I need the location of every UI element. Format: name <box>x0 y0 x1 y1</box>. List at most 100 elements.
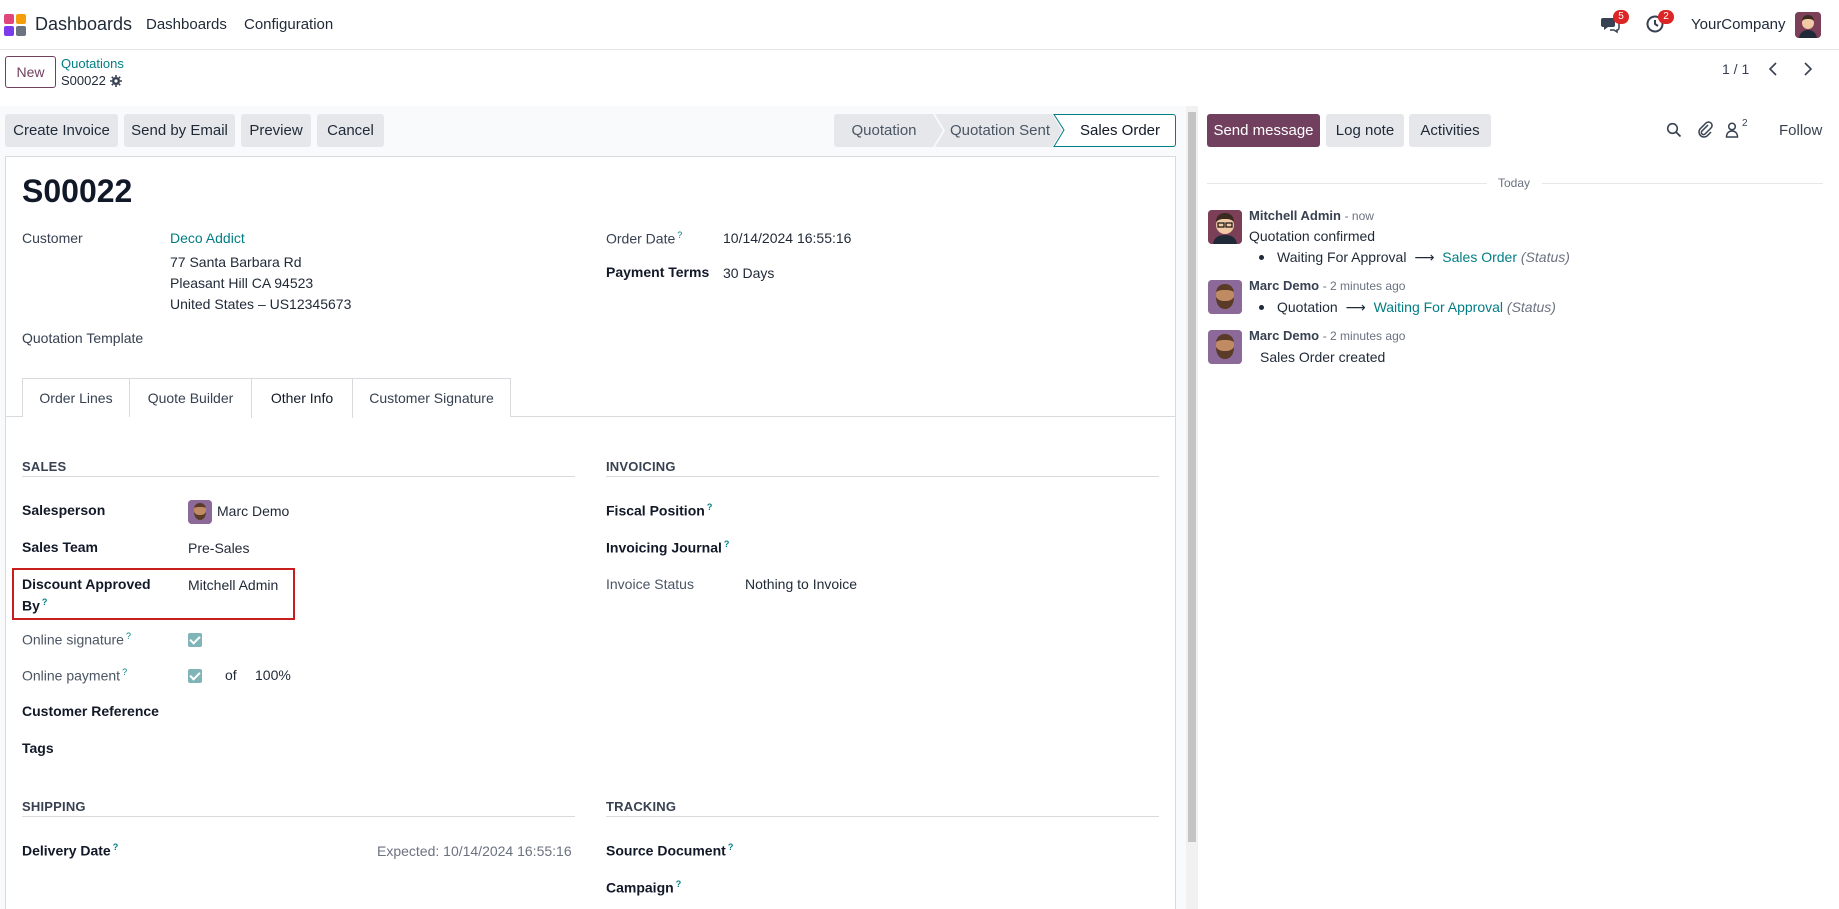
sales-section-title: SALES <box>22 459 67 474</box>
online-payment-label: Online payment? <box>22 667 127 684</box>
message-author-name: Mitchell Admin <box>1249 208 1341 223</box>
cancel-button[interactable]: Cancel <box>317 114 384 147</box>
online-signature-label: Online signature? <box>22 631 131 648</box>
apps-menu-icon[interactable] <box>4 14 26 36</box>
user-face-icon <box>1208 210 1242 244</box>
new-button[interactable]: New <box>5 56 56 88</box>
breadcrumb-quotations[interactable]: Quotations <box>61 56 124 71</box>
company-switcher[interactable]: YourCompany <box>1691 16 1786 33</box>
help-icon[interactable]: ? <box>677 230 682 240</box>
tracking-new-value: Sales Order <box>1442 249 1517 265</box>
salesperson-value[interactable]: Marc Demo <box>217 503 289 519</box>
sales-section-rule <box>22 476 575 477</box>
invoice-status-value: Nothing to Invoice <box>745 576 858 592</box>
tab-other-info[interactable]: Other Info <box>251 378 353 418</box>
followers-icon[interactable] <box>1725 121 1741 138</box>
shipping-section-rule <box>22 816 575 817</box>
message-author: Marc Demo - 2 minutes ago <box>1249 328 1405 343</box>
help-icon[interactable]: ? <box>724 539 730 549</box>
create-invoice-button[interactable]: Create Invoice <box>5 114 118 147</box>
arrow-right-icon: ⟶ <box>1345 299 1366 315</box>
salesperson-avatar <box>188 500 212 524</box>
follow-button[interactable]: Follow <box>1779 122 1822 139</box>
help-icon[interactable]: ? <box>126 631 131 641</box>
customer-address-line-1: 77 Santa Barbara Rd <box>170 254 302 270</box>
chevron-right-icon <box>1804 62 1813 76</box>
delivery-date-label: Delivery Date? <box>22 842 118 859</box>
activities-button-chatter[interactable]: Activities <box>1409 114 1491 147</box>
stage-sales-order[interactable]: Sales Order <box>1064 114 1176 147</box>
online-payment-checkbox[interactable] <box>188 669 202 683</box>
pager-next-button[interactable] <box>1795 58 1819 80</box>
message-time: - 2 minutes ago <box>1322 329 1406 343</box>
tab-order-lines[interactable]: Order Lines <box>22 378 130 417</box>
breadcrumb-current: S00022 <box>61 73 122 88</box>
followers-count: 2 <box>1742 118 1748 129</box>
activities-badge: 2 <box>1658 10 1674 24</box>
highlight-box <box>12 568 295 620</box>
delivery-date-expected: Expected: 10/14/2024 16:55:16 <box>377 843 572 859</box>
online-payment-of: of <box>225 667 237 683</box>
sales-team-value[interactable]: Pre-Sales <box>188 540 249 556</box>
campaign-label: Campaign? <box>606 879 681 896</box>
payment-terms-label: Payment Terms <box>606 264 710 280</box>
help-icon[interactable]: ? <box>122 667 127 677</box>
send-message-button[interactable]: Send message <box>1207 114 1320 147</box>
tracking-old-value: Quotation <box>1277 299 1338 315</box>
stage-quotation[interactable]: Quotation <box>834 114 934 147</box>
stage-quotation-sent[interactable]: Quotation Sent <box>940 114 1060 147</box>
preview-button[interactable]: Preview <box>241 114 311 147</box>
today-divider-right <box>1542 183 1823 184</box>
customer-reference-label: Customer Reference <box>22 703 159 719</box>
help-icon[interactable]: ? <box>707 502 713 512</box>
invoicing-journal-label-text: Invoicing Journal <box>606 539 722 556</box>
app-name[interactable]: Dashboards <box>35 14 132 35</box>
tracking-change: Waiting For Approval ⟶ Sales Order (Stat… <box>1277 249 1570 266</box>
messages-button[interactable]: 5 <box>1600 10 1629 36</box>
tags-label: Tags <box>22 740 54 756</box>
message-avatar-marc <box>1208 330 1242 364</box>
today-divider-left <box>1207 183 1487 184</box>
log-note-button[interactable]: Log note <box>1326 114 1404 147</box>
paperclip-icon[interactable] <box>1697 121 1713 138</box>
online-payment-percent[interactable]: 100% <box>255 667 291 683</box>
fiscal-position-label: Fiscal Position? <box>606 502 712 519</box>
payment-terms-value[interactable]: 30 Days <box>723 265 774 281</box>
tab-customer-signature[interactable]: Customer Signature <box>352 378 511 417</box>
pager-value[interactable]: 1 / 1 <box>1722 61 1749 77</box>
messages-badge: 5 <box>1613 10 1629 24</box>
person-icon <box>1208 330 1242 364</box>
customer-address-line-3: United States – US12345673 <box>170 296 352 312</box>
person-icon <box>188 500 212 524</box>
help-icon[interactable]: ? <box>113 842 119 852</box>
fiscal-position-label-text: Fiscal Position <box>606 502 705 519</box>
activities-button[interactable]: 2 <box>1645 10 1674 36</box>
scrollbar-thumb[interactable] <box>1188 112 1196 842</box>
customer-link[interactable]: Deco Addict <box>170 230 245 246</box>
help-icon[interactable]: ? <box>728 842 734 852</box>
message-avatar-mitchell <box>1208 210 1242 244</box>
user-avatar[interactable] <box>1795 12 1821 38</box>
tracking-section-rule <box>606 816 1159 817</box>
quotation-template-label: Quotation Template <box>22 330 144 346</box>
customer-address-line-2: Pleasant Hill CA 94523 <box>170 275 314 291</box>
gear-icon[interactable] <box>109 75 122 87</box>
order-date-value[interactable]: 10/14/2024 16:55:16 <box>723 230 851 246</box>
online-signature-label-text: Online signature <box>22 631 124 648</box>
menu-configuration[interactable]: Configuration <box>244 16 333 33</box>
invoice-status-label: Invoice Status <box>606 576 694 592</box>
chevron-left-icon <box>1768 62 1777 76</box>
today-label: Today <box>1498 176 1531 190</box>
search-icon[interactable] <box>1666 122 1682 138</box>
message-author-name: Marc Demo <box>1249 328 1320 343</box>
invoicing-section-title: INVOICING <box>606 459 676 474</box>
send-by-email-button[interactable]: Send by Email <box>124 114 235 147</box>
menu-dashboards[interactable]: Dashboards <box>146 16 227 33</box>
tab-quote-builder[interactable]: Quote Builder <box>129 378 252 417</box>
delivery-date-label-text: Delivery Date <box>22 842 111 859</box>
message-author-name: Marc Demo <box>1249 278 1320 293</box>
help-icon[interactable]: ? <box>676 879 682 889</box>
online-signature-checkbox[interactable] <box>188 633 202 647</box>
invoicing-section-rule <box>606 476 1159 477</box>
pager-previous-button[interactable] <box>1762 58 1786 80</box>
